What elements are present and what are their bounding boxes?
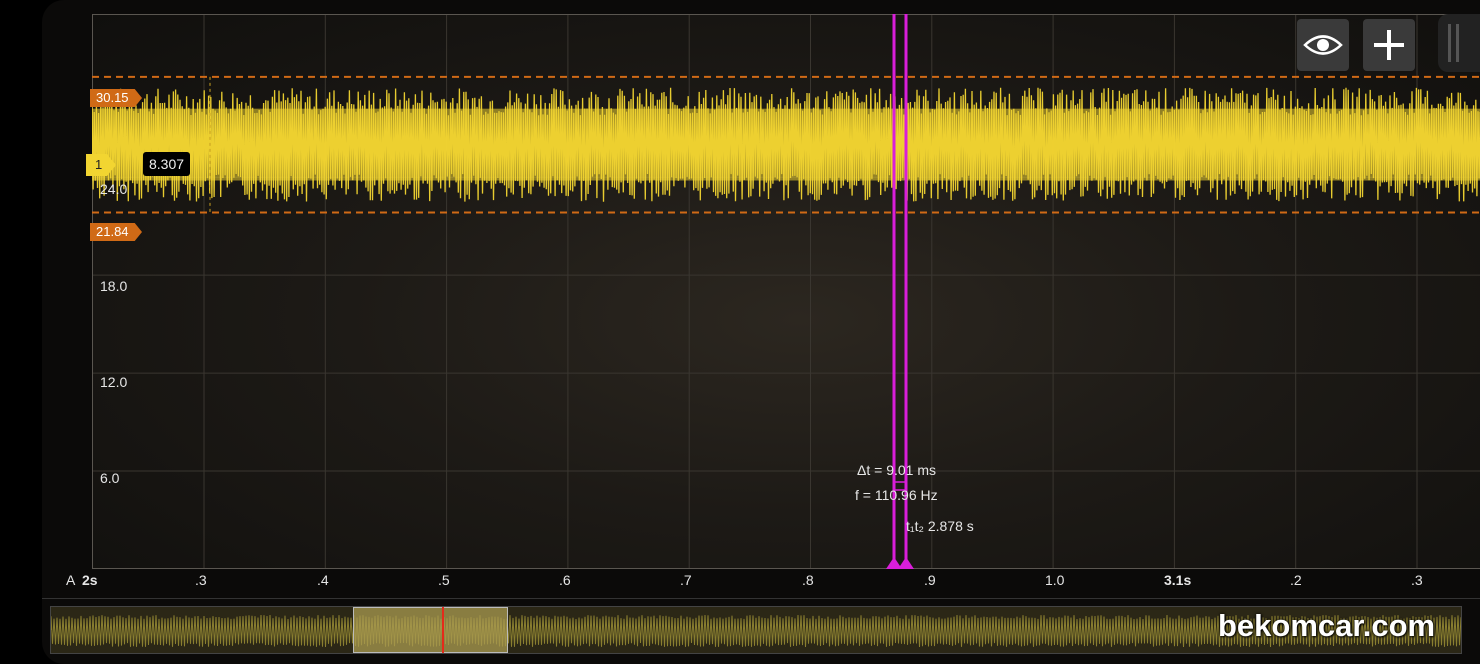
delta-t-readout: Δt = 9.01 ms bbox=[857, 462, 936, 478]
waveform-core bbox=[92, 108, 1480, 181]
x-tick-label: .8 bbox=[802, 572, 814, 588]
x-tick-label: .6 bbox=[559, 572, 571, 588]
y-tick-label: 24.0 bbox=[100, 181, 128, 197]
overview-playhead[interactable] bbox=[442, 607, 444, 653]
cursor-time-readout: t₁t₂ 2.878 s bbox=[906, 518, 974, 534]
lower-level-value: 21.84 bbox=[96, 224, 129, 239]
plus-icon bbox=[1374, 30, 1404, 60]
x-tick-label: .9 bbox=[924, 572, 936, 588]
x-tick-label: .7 bbox=[680, 572, 692, 588]
y-unit-label: A bbox=[66, 572, 76, 588]
visibility-button[interactable] bbox=[1297, 19, 1349, 71]
x-tick-label: 2s bbox=[82, 572, 98, 588]
x-tick-label: .3 bbox=[195, 572, 207, 588]
overview-viewport[interactable] bbox=[353, 607, 508, 653]
x-tick-label: .5 bbox=[438, 572, 450, 588]
upper-level-marker[interactable]: 30.15 bbox=[90, 89, 142, 107]
side-panel-handle[interactable] bbox=[1438, 14, 1480, 72]
y-tick-label: 18.0 bbox=[100, 278, 128, 294]
eye-icon bbox=[1303, 35, 1343, 55]
plot-area[interactable] bbox=[92, 14, 1480, 569]
x-tick-label: 1.0 bbox=[1045, 572, 1065, 588]
lower-level-marker[interactable]: 21.84 bbox=[90, 223, 142, 241]
y-tick-label: 6.0 bbox=[100, 470, 120, 486]
y-tick-label: 12.0 bbox=[100, 374, 128, 390]
x-tick-label: .4 bbox=[317, 572, 329, 588]
channel-readout: 8.307 bbox=[143, 152, 191, 176]
scope-frame: 24.0 18.0 12.0 6.0 A 2s .3 .4 .5 .6 .7 .8 .9 1.0… bbox=[42, 0, 1480, 664]
upper-level-value: 30.15 bbox=[96, 90, 129, 105]
frequency-readout: f = 110.96 Hz bbox=[855, 487, 938, 503]
x-tick-label: .3 bbox=[1411, 572, 1423, 588]
x-tick-label: .2 bbox=[1290, 572, 1302, 588]
watermark: bekomcar.com bbox=[1218, 608, 1436, 643]
add-button[interactable] bbox=[1363, 19, 1415, 71]
cursor-2-handle bbox=[898, 557, 914, 569]
x-tick-label: 3.1s bbox=[1164, 572, 1192, 588]
waveform-chart[interactable] bbox=[92, 14, 1480, 569]
